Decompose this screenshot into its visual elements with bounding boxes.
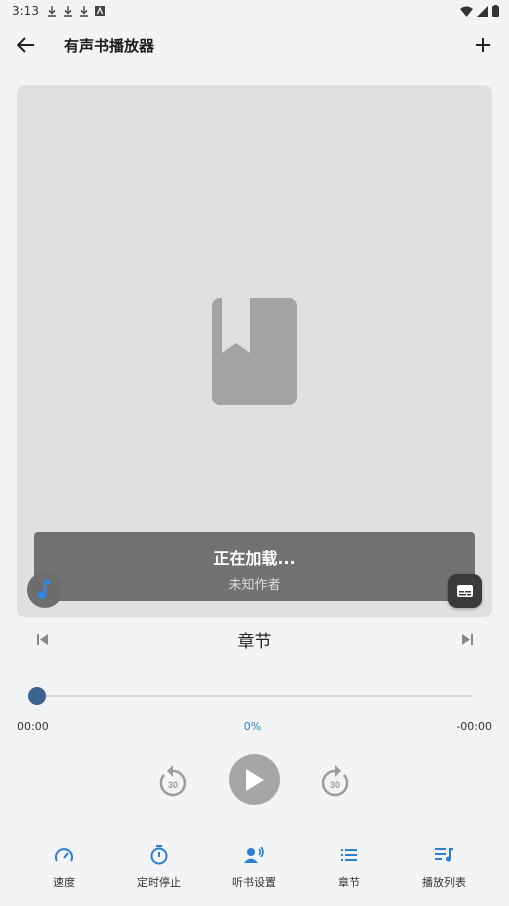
wifi-icon xyxy=(460,6,473,17)
subtitles-button[interactable] xyxy=(448,574,482,608)
playlist-button[interactable]: 播放列表 xyxy=(399,840,489,890)
list-icon xyxy=(341,849,357,861)
download-icon xyxy=(63,5,72,17)
battery-icon xyxy=(492,5,499,17)
sleep-timer-label: 定时停止 xyxy=(137,876,181,889)
bottom-toolbar: 速度 定时停止 听书设置 章节 播放列表 xyxy=(0,840,509,896)
listen-settings-button[interactable]: 听书设置 xyxy=(209,840,299,890)
status-bar: 3:13 xyxy=(0,0,509,22)
next-chapter-button[interactable] xyxy=(455,627,479,651)
music-note-icon xyxy=(38,580,50,599)
sleep-timer-button[interactable]: 定时停止 xyxy=(114,840,204,890)
skip-previous-icon xyxy=(36,633,48,645)
status-time: 3:13 xyxy=(12,4,39,18)
forward-30-button[interactable]: 30 xyxy=(318,761,352,799)
chapters-button[interactable]: 章节 xyxy=(304,840,394,890)
page-title: 有声书播放器 xyxy=(64,36,155,55)
chapters-label: 章节 xyxy=(338,876,360,889)
add-button[interactable] xyxy=(471,33,495,57)
voice-settings-icon xyxy=(244,847,264,863)
plus-icon xyxy=(476,38,490,52)
play-button[interactable] xyxy=(229,754,280,805)
arrow-left-icon xyxy=(17,37,34,53)
playback-controls: 30 30 xyxy=(0,754,509,806)
previous-chapter-button[interactable] xyxy=(30,627,54,651)
play-icon xyxy=(245,768,264,791)
rewind-seconds-label: 30 xyxy=(168,780,178,790)
signal-icon xyxy=(477,5,488,17)
subtitles-icon xyxy=(457,585,473,597)
chapter-row: 章节 xyxy=(0,626,509,652)
speed-button[interactable]: 速度 xyxy=(19,840,109,890)
book-author: 未知作者 xyxy=(228,578,281,593)
playlist-icon xyxy=(435,848,453,862)
chapter-title[interactable]: 章节 xyxy=(238,627,272,652)
progress-track[interactable] xyxy=(37,695,472,697)
book-title: 正在加载... xyxy=(213,549,296,568)
progress-percent: 0% xyxy=(243,720,262,733)
book-info-panel: 正在加载... 未知作者 xyxy=(34,532,475,601)
notification-a-icon xyxy=(94,6,105,16)
speed-label: 速度 xyxy=(53,876,75,889)
book-placeholder-icon xyxy=(212,298,297,405)
forward-seconds-label: 30 xyxy=(330,780,340,790)
time-row: 00:00 0% -00:00 xyxy=(17,720,492,733)
remaining-time: -00:00 xyxy=(456,720,492,733)
timer-icon xyxy=(150,845,168,865)
playlist-label: 播放列表 xyxy=(422,876,466,889)
progress-thumb[interactable] xyxy=(28,687,46,705)
app-bar: 有声书播放器 xyxy=(0,22,509,68)
speedometer-icon xyxy=(55,848,73,862)
back-button[interactable] xyxy=(14,33,38,57)
music-button[interactable] xyxy=(27,572,63,608)
download-icon xyxy=(47,5,56,17)
skip-next-icon xyxy=(461,633,473,645)
download-icon xyxy=(79,5,88,17)
cover-art: 正在加载... 未知作者 xyxy=(17,85,492,617)
elapsed-time: 00:00 xyxy=(17,720,49,733)
rewind-30-button[interactable]: 30 xyxy=(156,761,190,799)
listen-settings-label: 听书设置 xyxy=(232,876,276,889)
